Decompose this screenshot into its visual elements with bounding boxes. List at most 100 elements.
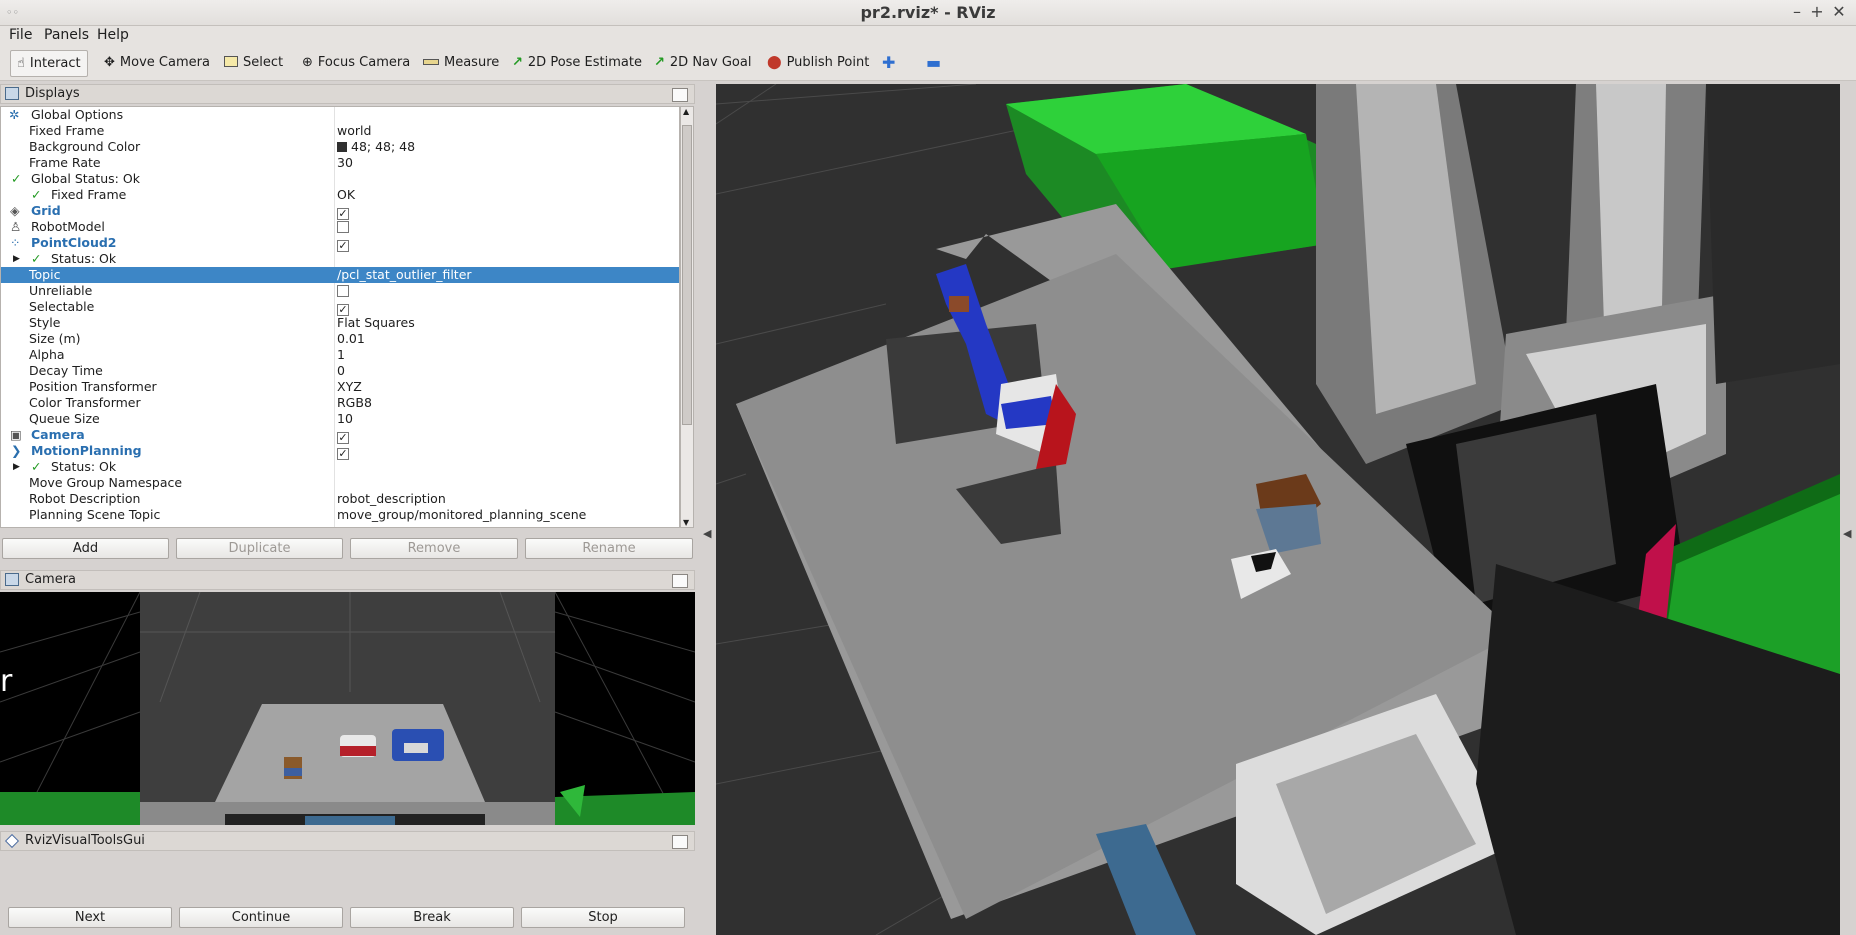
continue-button[interactable]: Continue	[179, 907, 343, 928]
tree-row-global-options[interactable]: ✲ Global Options	[1, 107, 679, 123]
next-button[interactable]: Next	[8, 907, 172, 928]
pose-estimate-tool[interactable]: ↗ 2D Pose Estimate	[506, 50, 648, 77]
tree-row[interactable]: Planning Scene Topic move_group/monitore…	[1, 507, 679, 523]
tree-row-pointcloud2[interactable]: ⁘ PointCloud2 ✓	[1, 235, 679, 252]
remove-tool-icon[interactable]: ▬	[920, 50, 947, 77]
tree-row[interactable]: Fixed Frame world	[1, 123, 679, 139]
remove-button[interactable]: Remove	[350, 538, 518, 559]
break-button[interactable]: Break	[350, 907, 514, 928]
tree-row[interactable]: Alpha 1	[1, 347, 679, 363]
hand-icon: ☝	[17, 56, 25, 71]
map-pin-icon: ⬤	[767, 55, 782, 70]
tree-row-camera[interactable]: ▣ Camera ✓	[1, 427, 679, 444]
row-value[interactable]: 30	[337, 155, 353, 171]
row-value[interactable]: world	[337, 123, 371, 139]
check-icon: ✓	[31, 251, 42, 266]
row-label: Frame Rate	[29, 155, 101, 170]
tree-row[interactable]: Move Group Namespace	[1, 475, 679, 491]
tree-row-grid[interactable]: ◈ Grid ✓	[1, 203, 679, 220]
row-value[interactable]: 1	[337, 347, 345, 363]
row-label: Fixed Frame	[51, 187, 127, 202]
tree-row[interactable]: Position Transformer XYZ	[1, 379, 679, 395]
row-value[interactable]: 0.01	[337, 331, 365, 347]
unreliable-checkbox[interactable]	[337, 285, 349, 297]
panel-float-button[interactable]	[672, 574, 688, 588]
row-value[interactable]: 48; 48; 48	[337, 139, 415, 155]
camera-overlay-text: r	[0, 664, 13, 699]
collapse-left-icon[interactable]: ◀	[703, 527, 711, 540]
row-value[interactable]: 0	[337, 363, 345, 379]
rviz-visual-tools-header: RvizVisualToolsGui	[0, 831, 695, 851]
tree-row-robotmodel[interactable]: ♙ RobotModel	[1, 219, 679, 235]
scroll-up-icon[interactable]: ▲	[683, 107, 689, 116]
collapse-right-icon[interactable]: ◀	[1843, 527, 1851, 540]
tree-row[interactable]: Style Flat Squares	[1, 315, 679, 331]
rename-button[interactable]: Rename	[525, 538, 693, 559]
tree-row[interactable]: Size (m) 0.01	[1, 331, 679, 347]
topic-value[interactable]: /pcl_stat_outlier_filter	[337, 267, 472, 283]
tool-bar: ☝ Interact ✥ Move Camera Select ⊕ Focus Cam…	[0, 46, 1856, 81]
measure-tool[interactable]: Measure	[417, 50, 505, 77]
displays-panel-header: Displays	[0, 84, 695, 104]
grid-icon: ◈	[10, 203, 20, 218]
row-value[interactable]: XYZ	[337, 379, 362, 395]
add-tool-icon[interactable]: ✚	[876, 50, 901, 77]
row-value[interactable]: Flat Squares	[337, 315, 415, 331]
tree-row[interactable]: Color Transformer RGB8	[1, 395, 679, 411]
minimize-icon[interactable]: –	[1788, 2, 1806, 21]
panel-float-button[interactable]	[672, 835, 688, 849]
row-label: Alpha	[29, 347, 65, 362]
tree-row-status[interactable]: ▶ ✓ Status: Ok	[1, 251, 679, 267]
select-tool[interactable]: Select	[218, 50, 289, 77]
tree-row[interactable]: Queue Size 10	[1, 411, 679, 427]
robotmodel-checkbox[interactable]	[337, 221, 349, 233]
menu-help[interactable]: Help	[97, 27, 129, 43]
interact-tool[interactable]: ☝ Interact	[10, 50, 88, 77]
panel-float-button[interactable]	[672, 88, 688, 102]
row-value[interactable]: RGB8	[337, 395, 372, 411]
row-label: Global Status: Ok	[31, 171, 140, 186]
maximize-icon[interactable]: +	[1808, 2, 1826, 21]
publish-point-tool[interactable]: ⬤ Publish Point	[761, 50, 875, 77]
tree-row[interactable]: Background Color 48; 48; 48	[1, 139, 679, 155]
robot-icon: ♙	[10, 219, 22, 234]
tree-row-global-status[interactable]: ✓ Global Status: Ok	[1, 171, 679, 187]
window-title: pr2.rviz* - RViz	[860, 3, 996, 22]
row-value[interactable]: move_group/monitored_planning_scene	[337, 507, 586, 523]
move-camera-tool[interactable]: ✥ Move Camera	[98, 50, 216, 77]
menu-file[interactable]: File	[9, 27, 32, 43]
camera-view[interactable]: r	[0, 592, 695, 825]
focus-camera-tool[interactable]: ⊕ Focus Camera	[296, 50, 416, 77]
tree-row-status[interactable]: ▶ ✓ Status: Ok	[1, 459, 679, 475]
stop-button[interactable]: Stop	[521, 907, 685, 928]
scroll-down-icon[interactable]: ▼	[683, 518, 689, 527]
row-label: Unreliable	[29, 283, 93, 298]
tree-row-topic-selected[interactable]: Topic /pcl_stat_outlier_filter	[1, 267, 679, 283]
menu-panels[interactable]: Panels	[44, 27, 89, 43]
tree-row[interactable]: ✓ Fixed Frame OK	[1, 187, 679, 203]
row-value[interactable]: robot_description	[337, 491, 446, 507]
nav-goal-tool[interactable]: ↗ 2D Nav Goal	[648, 50, 757, 77]
3d-viewport[interactable]	[716, 84, 1840, 935]
displays-scrollbar[interactable]: ▲ ▼	[680, 106, 694, 528]
row-value[interactable]: 10	[337, 411, 353, 427]
tree-row-motionplanning[interactable]: ❯ MotionPlanning ✓	[1, 443, 679, 460]
row-label: Style	[29, 315, 61, 330]
camera-panel-header: Camera	[0, 570, 695, 590]
measure-label: Measure	[444, 55, 500, 70]
tree-row[interactable]: Selectable ✓	[1, 299, 679, 316]
tree-row[interactable]: Decay Time 0	[1, 363, 679, 379]
row-label: Move Group Namespace	[29, 475, 183, 490]
displays-tree[interactable]: ✲ Global Options Fixed Frame world Backg…	[0, 106, 680, 528]
add-button[interactable]: Add	[2, 538, 169, 559]
close-icon[interactable]: ✕	[1830, 2, 1848, 21]
tree-row[interactable]: Robot Description robot_description	[1, 491, 679, 507]
tree-row[interactable]: Frame Rate 30	[1, 155, 679, 171]
duplicate-button[interactable]: Duplicate	[176, 538, 343, 559]
row-label: Fixed Frame	[29, 123, 105, 138]
expand-arrow-icon[interactable]: ▶	[13, 251, 20, 267]
camera-panel-icon	[5, 573, 19, 586]
scrollbar-thumb[interactable]	[682, 125, 692, 425]
expand-arrow-icon[interactable]: ▶	[13, 459, 20, 475]
tree-row[interactable]: Unreliable	[1, 283, 679, 299]
